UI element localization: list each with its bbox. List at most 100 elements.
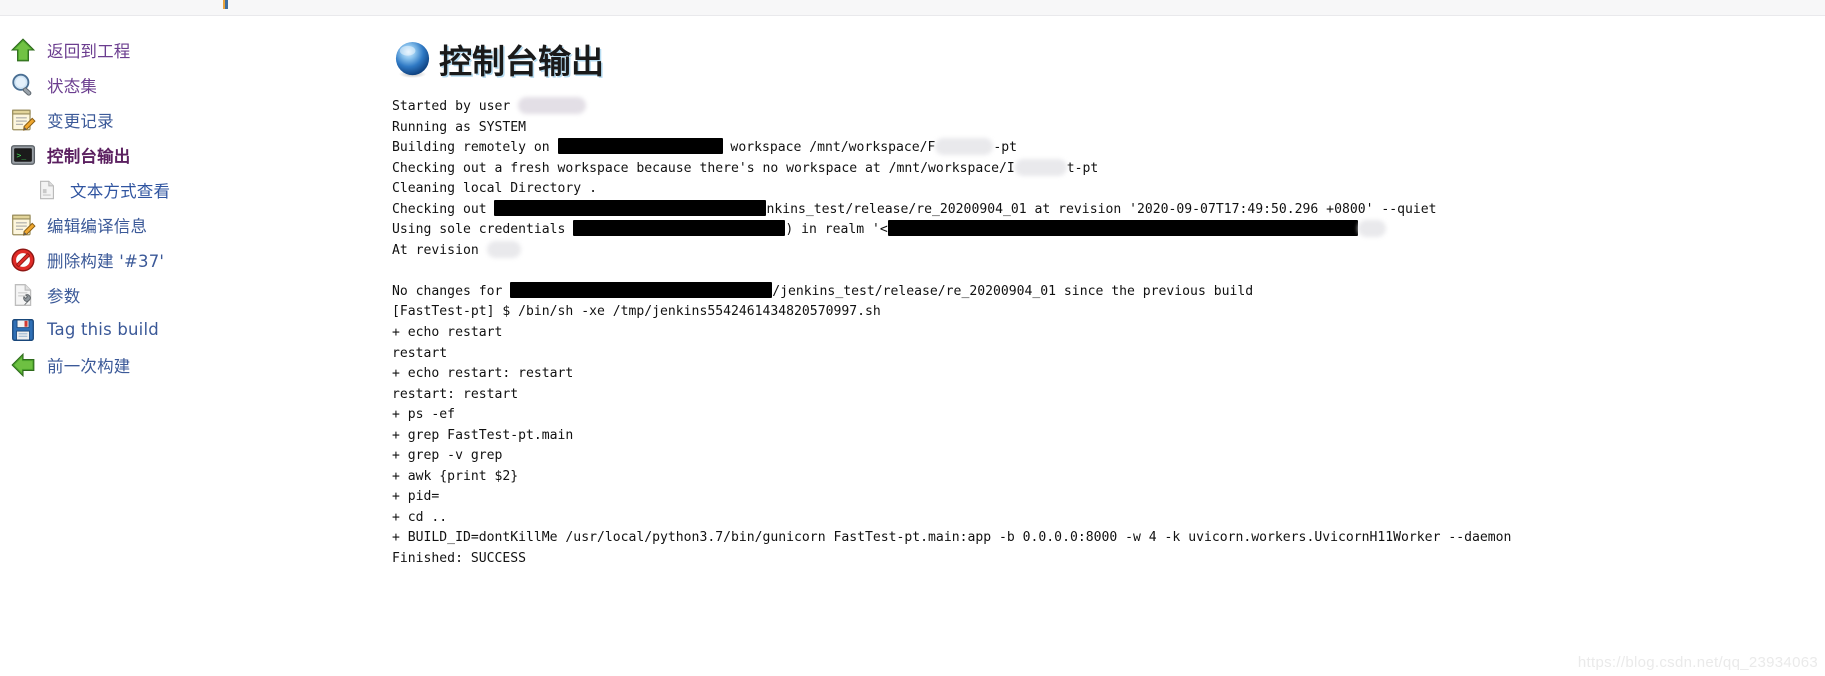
- blurred-region: [518, 97, 587, 114]
- sidebar-item-label: 编辑编译信息: [47, 216, 148, 236]
- watermark: https://blog.csdn.net/qq_23934063: [1577, 654, 1818, 671]
- sidebar-item-label: 控制台输出: [47, 146, 131, 166]
- redaction-bar: [494, 199, 767, 216]
- blurred-region: [1014, 158, 1067, 176]
- console-line: + BUILD_ID=dontKillMe /usr/local/python3…: [392, 528, 1825, 549]
- sidebar-item-label: 参数: [47, 286, 81, 306]
- document-wrench-icon: [10, 282, 36, 308]
- sidebar-item-label: 状态集: [47, 76, 98, 96]
- console-text: Using sole credentials: [392, 222, 574, 238]
- console-line: No changes for /jenkins_test/release/re_…: [392, 281, 1825, 303]
- console-line: + echo restart: restart: [392, 364, 1825, 385]
- console-text: + BUILD_ID=dontKillMe /usr/local/python3…: [392, 530, 1512, 546]
- top-strip-marker-icon: [223, 0, 228, 9]
- console-line: restart: restart: [392, 385, 1825, 406]
- console-text: + awk {print $2}: [392, 468, 519, 484]
- console-text: + cd ..: [392, 509, 448, 525]
- console-text: restart: restart: [392, 386, 519, 402]
- console-line: Running as SYSTEM: [392, 118, 1825, 139]
- console-line: + ps -ef: [392, 405, 1825, 426]
- svg-text:>_: >_: [17, 150, 27, 159]
- console-text: Checking out: [392, 201, 495, 217]
- page-root: 返回到工程状态集变更记录 >_ 控制台输出文本方式查看编辑编译信息 删除构建 '#37…: [0, 0, 1825, 676]
- console-line: Checking out a fresh workspace because t…: [392, 158, 1825, 180]
- console-line: Finished: SUCCESS: [392, 549, 1825, 570]
- console-text: + echo restart: restart: [392, 366, 574, 382]
- redaction-bar: [573, 220, 786, 237]
- console-text: workspace /mnt/workspace/F: [722, 140, 936, 156]
- sidebar-item-back-to-project[interactable]: 返回到工程: [0, 32, 392, 67]
- console-line: At revision: [392, 240, 1825, 262]
- notepad-pencil-icon: [10, 107, 36, 133]
- blurred-region: [486, 240, 521, 258]
- sidebar-item-tag-this-build[interactable]: Tag this build: [0, 312, 392, 347]
- console-line: [FastTest-pt] $ /bin/sh -xe /tmp/jenkins…: [392, 302, 1825, 323]
- sidebar-item-label: 返回到工程: [47, 41, 131, 61]
- sidebar-item-label: 删除构建 '#37': [47, 251, 165, 271]
- document-plain-icon: [36, 179, 58, 201]
- console-text: Started by user: [392, 99, 519, 114]
- sidebar-item-changes[interactable]: 变更记录: [0, 102, 392, 137]
- sidebar: 返回到工程状态集变更记录 >_ 控制台输出文本方式查看编辑编译信息 删除构建 '#37…: [0, 24, 392, 382]
- sidebar-item-label: 文本方式查看: [70, 181, 171, 201]
- left-arrow-green-icon: [10, 352, 36, 378]
- magnifier-icon: [10, 72, 36, 98]
- page-title-text: 控制台输出: [439, 42, 604, 81]
- console-text: Running as SYSTEM: [392, 119, 527, 135]
- console-text: -pt: [993, 140, 1018, 156]
- main-content: 控制台输出 Started by user Running as SYSTEM B…: [392, 0, 1825, 676]
- console-text: At revision: [392, 242, 487, 258]
- sidebar-item-delete-build[interactable]: 删除构建 '#37': [0, 242, 392, 277]
- console-text: Checking out a fresh workspace because t…: [392, 160, 1015, 176]
- console-line: + grep FastTest-pt.main: [392, 426, 1825, 447]
- console-output: Started by user Running as SYSTEM Buildin…: [392, 97, 1825, 570]
- notepad-pencil-icon: [10, 212, 36, 238]
- console-line: + echo restart: [392, 323, 1825, 344]
- console-text: /jenkins_test/release/re_20200904_01 sin…: [772, 283, 1254, 299]
- page-title: 控制台输出: [393, 36, 604, 82]
- sidebar-item-label: 变更记录: [47, 111, 114, 131]
- floppy-disk-icon: [10, 317, 36, 343]
- redaction-bar: [557, 138, 723, 155]
- console-text: + ps -ef: [392, 407, 456, 423]
- console-line: Started by user: [392, 97, 1825, 118]
- redaction-bar: [510, 281, 773, 298]
- console-text: + grep FastTest-pt.main: [392, 427, 574, 443]
- console-text: + pid=: [392, 489, 440, 505]
- console-text: ) in realm '<: [785, 222, 888, 238]
- blue-orb-icon: [395, 41, 430, 78]
- console-text: + echo restart: [392, 325, 503, 341]
- console-line: + pid=: [392, 487, 1825, 508]
- console-text: No changes for: [392, 283, 511, 299]
- sidebar-item-label: 前一次构建: [47, 356, 131, 376]
- console-text: [FastTest-pt] $ /bin/sh -xe /tmp/jenkins…: [392, 304, 881, 320]
- sidebar-item-view-as-plain-text[interactable]: 文本方式查看: [0, 172, 392, 207]
- redaction-bar: [887, 220, 1358, 237]
- console-line: + grep -v grep: [392, 446, 1825, 467]
- console-text: Finished: SUCCESS: [392, 551, 527, 567]
- console-line: + awk {print $2}: [392, 467, 1825, 488]
- console-text: Cleaning local Directory .: [392, 181, 597, 197]
- console-text: nkins_test/release/re_20200904_01 at rev…: [766, 201, 1437, 217]
- console-line: Cleaning local Directory .: [392, 179, 1825, 200]
- console-line: Building remotely on workspace /mnt/work…: [392, 138, 1825, 159]
- no-entry-icon: [10, 247, 36, 273]
- console-line: + cd ..: [392, 508, 1825, 529]
- sidebar-item-console-output[interactable]: >_ 控制台输出: [0, 137, 392, 172]
- up-arrow-green-icon: [10, 37, 36, 63]
- sidebar-item-edit-build-information[interactable]: 编辑编译信息: [0, 207, 392, 242]
- console-line: Using sole credentials ) in realm '<: [392, 220, 1825, 241]
- console-line: Checking out nkins_test/release/re_20200…: [392, 199, 1825, 221]
- console-text: restart: [392, 345, 448, 361]
- console-text: Building remotely on: [392, 140, 558, 156]
- console-text: + grep -v grep: [392, 448, 503, 464]
- sidebar-item-status[interactable]: 状态集: [0, 67, 392, 102]
- blurred-region: [1357, 220, 1386, 238]
- sidebar-item-parameters[interactable]: 参数: [0, 277, 392, 312]
- console-text: t-pt: [1066, 160, 1099, 176]
- console-line: restart: [392, 344, 1825, 365]
- sidebar-item-previous-build[interactable]: 前一次构建: [0, 347, 392, 382]
- terminal-icon: >_: [10, 142, 36, 168]
- blurred-region: [935, 138, 994, 156]
